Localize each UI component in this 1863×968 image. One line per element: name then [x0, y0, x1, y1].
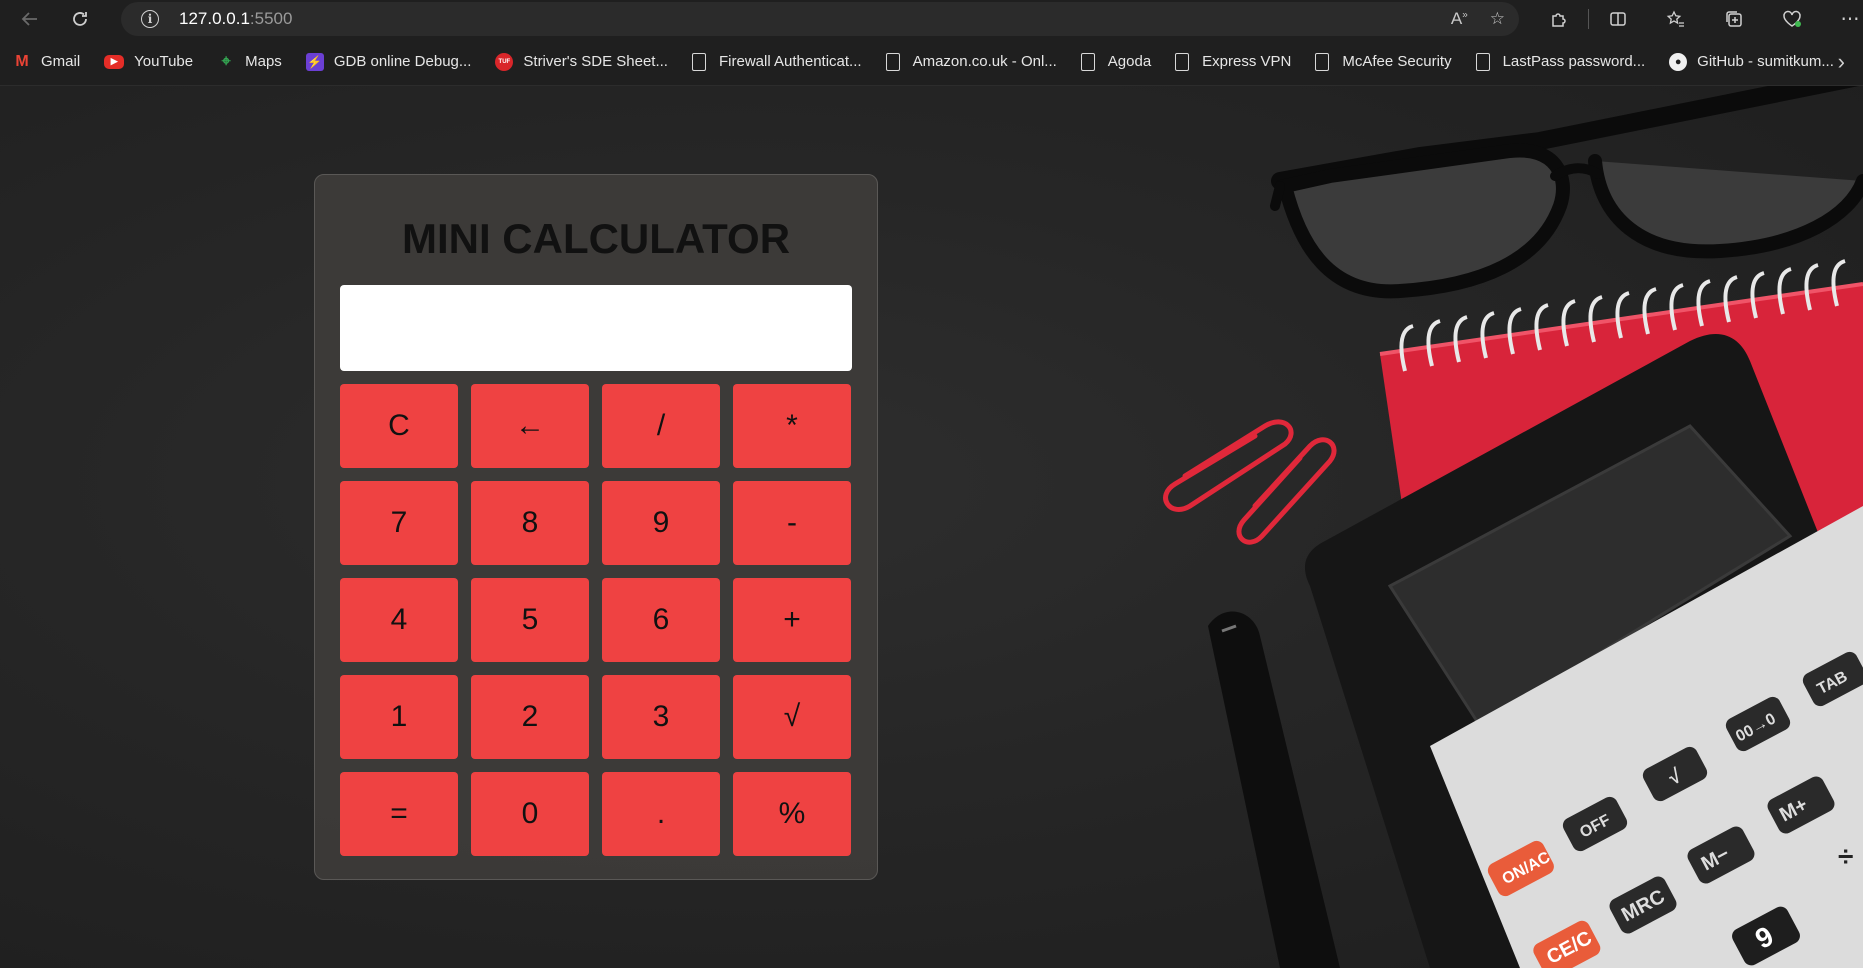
- pen-image: [1208, 611, 1340, 968]
- bookmark-github[interactable]: ● GitHub - sumitkum...: [1656, 47, 1845, 77]
- add-button[interactable]: +: [733, 578, 851, 662]
- bookmark-youtube[interactable]: ▶ YouTube: [91, 47, 204, 77]
- digit-6-button[interactable]: 6: [602, 578, 720, 662]
- url-text: 127.0.0.1:5500: [179, 9, 293, 28]
- digit-4-button[interactable]: 4: [340, 578, 458, 662]
- back-button[interactable]: [12, 3, 48, 35]
- collections-icon[interactable]: [1705, 0, 1763, 38]
- bookmark-lastpass[interactable]: LastPass password...: [1463, 47, 1657, 77]
- page-icon: [885, 52, 900, 71]
- site-info-icon[interactable]: i: [141, 10, 159, 28]
- extensions-icon[interactable]: [1530, 0, 1588, 38]
- equals-button[interactable]: =: [340, 772, 458, 856]
- bookmarks-overflow-chevron-icon[interactable]: ›: [1838, 38, 1845, 86]
- bookmark-gdb[interactable]: ⚡ GDB online Debug...: [293, 47, 483, 77]
- multiply-button[interactable]: *: [733, 384, 851, 468]
- gdb-icon: ⚡: [305, 52, 324, 71]
- gmail-icon: M: [15, 52, 29, 70]
- digit-3-button[interactable]: 3: [602, 675, 720, 759]
- page-icon: [1175, 52, 1190, 71]
- percent-button[interactable]: %: [733, 772, 851, 856]
- favorite-star-icon[interactable]: ☆: [1490, 9, 1505, 29]
- divide-button[interactable]: /: [602, 384, 720, 468]
- bookmark-striver[interactable]: TUF Striver's SDE Sheet...: [482, 47, 679, 77]
- bookmark-mcafee[interactable]: McAfee Security: [1302, 47, 1462, 77]
- youtube-icon: ▶: [104, 54, 125, 69]
- page-icon: [1315, 52, 1330, 71]
- page-icon: [691, 52, 706, 71]
- page-viewport: ON/AC CE/C OFF √ MRC M− M+ 00→0 TAB 9 ÷: [0, 86, 1863, 968]
- bookmark-maps[interactable]: ⌖ Maps: [204, 47, 293, 77]
- page-icon: [1475, 52, 1490, 71]
- bookmarks-bar: M Gmail ▶ YouTube ⌖ Maps ⚡ GDB online Debug.…: [0, 38, 1863, 86]
- back-arrow-icon: [21, 12, 37, 26]
- digit-2-button[interactable]: 2: [471, 675, 589, 759]
- maps-icon: ⌖: [221, 52, 231, 70]
- bookmark-gmail[interactable]: M Gmail: [0, 47, 91, 77]
- page-icon: [1080, 52, 1095, 71]
- bookmark-firewall[interactable]: Firewall Authenticat...: [679, 47, 873, 77]
- github-icon: ●: [1669, 52, 1688, 71]
- browser-toolbar: i 127.0.0.1:5500 A» ☆ ⋯: [0, 0, 1863, 38]
- tuf-icon: TUF: [495, 52, 514, 71]
- paperclips-image: [1163, 419, 1337, 545]
- decimal-button[interactable]: .: [602, 772, 720, 856]
- digit-8-button[interactable]: 8: [471, 481, 589, 565]
- digit-5-button[interactable]: 5: [471, 578, 589, 662]
- background-photo: ON/AC CE/C OFF √ MRC M− M+ 00→0 TAB 9 ÷: [1163, 86, 1863, 968]
- clear-button[interactable]: C: [340, 384, 458, 468]
- calculator-panel: MINI CALCULATOR C ← / * 7 8 9 - 4 5 6 + …: [314, 174, 878, 880]
- digit-9-button[interactable]: 9: [602, 481, 720, 565]
- bookmark-amazon[interactable]: Amazon.co.uk - Onl...: [873, 47, 1068, 77]
- bookmark-expressvpn[interactable]: Express VPN: [1162, 47, 1302, 77]
- favorites-icon[interactable]: [1647, 0, 1705, 38]
- more-menu-icon[interactable]: ⋯: [1821, 0, 1863, 38]
- calculator-keypad: C ← / * 7 8 9 - 4 5 6 + 1 2 3 √ = 0 . %: [340, 384, 854, 856]
- digit-0-button[interactable]: 0: [471, 772, 589, 856]
- subtract-button[interactable]: -: [733, 481, 851, 565]
- digit-1-button[interactable]: 1: [340, 675, 458, 759]
- glasses-image: [1270, 86, 1863, 299]
- read-aloud-icon[interactable]: A»: [1451, 9, 1468, 29]
- split-screen-icon[interactable]: [1589, 0, 1647, 38]
- backspace-button[interactable]: ←: [471, 384, 589, 468]
- reload-icon: [73, 12, 87, 26]
- svg-text:÷: ÷: [1838, 841, 1853, 872]
- square-root-button[interactable]: √: [733, 675, 851, 759]
- calculator-display[interactable]: [340, 285, 852, 371]
- reload-button[interactable]: [62, 3, 98, 35]
- bookmark-agoda[interactable]: Agoda: [1068, 47, 1162, 77]
- browser-essentials-icon[interactable]: [1763, 0, 1821, 38]
- address-bar[interactable]: i 127.0.0.1:5500 A» ☆: [121, 2, 1519, 36]
- digit-7-button[interactable]: 7: [340, 481, 458, 565]
- calculator-title: MINI CALCULATOR: [401, 215, 791, 262]
